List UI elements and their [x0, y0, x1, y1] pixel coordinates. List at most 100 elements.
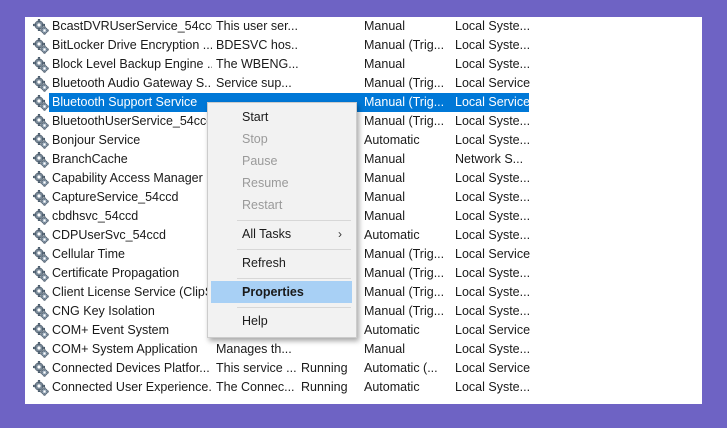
- service-log-on-as: Local Service: [455, 76, 530, 90]
- service-status: [301, 74, 361, 93]
- service-log-on-as: Local Service: [455, 95, 530, 109]
- gears-icon: [33, 266, 49, 282]
- table-row[interactable]: Bluetooth Support Service Manual (Trig...…: [25, 93, 702, 112]
- service-startup-type: Manual (Trig...: [364, 304, 445, 318]
- table-row[interactable]: CDPUserSvc_54ccd Automatic Local Syste...: [25, 226, 702, 245]
- service-name: BranchCache: [52, 152, 128, 166]
- service-status: [301, 55, 361, 74]
- table-row[interactable]: Client License Service (ClipS... Manual (…: [25, 283, 702, 302]
- table-row[interactable]: Bonjour Service Automatic Local Syste...: [25, 131, 702, 150]
- menu-item-pause: Pause: [242, 154, 278, 168]
- service-startup-type: Automatic: [364, 228, 420, 242]
- service-startup-type: Automatic: [364, 323, 420, 337]
- menu-item-help[interactable]: Help: [211, 310, 352, 332]
- service-name: Certificate Propagation: [52, 266, 180, 280]
- gears-icon: [33, 190, 49, 206]
- gears-icon: [33, 95, 49, 111]
- service-name: BcastDVRUserService_54ccd: [52, 19, 212, 33]
- service-log-on-as: Local Syste...: [455, 209, 530, 223]
- table-row[interactable]: CNG Key Isolation Manual (Trig... Local Sy…: [25, 302, 702, 321]
- service-log-on-as: Local Service: [455, 247, 530, 261]
- table-row[interactable]: Connected User Experience... The Connec..…: [25, 378, 702, 397]
- table-row[interactable]: BitLocker Drive Encryption ... BDESVC hos…: [25, 36, 702, 55]
- table-row[interactable]: Certificate Propagation Manual (Trig... Lo…: [25, 264, 702, 283]
- service-log-on-as: Local Syste...: [455, 342, 530, 356]
- table-row[interactable]: BcastDVRUserService_54ccd This user ser..…: [25, 17, 702, 36]
- menu-separator: [237, 307, 351, 308]
- service-status: [301, 17, 361, 36]
- service-status: Running: [301, 361, 348, 375]
- table-row[interactable]: Capability Access Manager ... Manual Local…: [25, 169, 702, 188]
- service-startup-type: Manual: [364, 190, 405, 204]
- table-row[interactable]: Bluetooth Audio Gateway S... Service sup.…: [25, 74, 702, 93]
- menu-item-stop: Stop: [242, 132, 268, 146]
- service-description: Manages th...: [216, 342, 292, 356]
- table-row[interactable]: CaptureService_54ccd Manual Local Syste...: [25, 188, 702, 207]
- context-menu: Start Stop Pause Resume Restart All Task…: [207, 102, 357, 338]
- gears-icon: [33, 38, 49, 54]
- table-row[interactable]: COM+ System Application Manages th... Manu…: [25, 340, 702, 359]
- service-log-on-as: Local Syste...: [455, 228, 530, 242]
- menu-item-properties[interactable]: Properties: [211, 281, 352, 303]
- service-log-on-as: Local Syste...: [455, 380, 530, 394]
- menu-item-start[interactable]: Start: [211, 106, 352, 128]
- service-name: Bonjour Service: [52, 133, 141, 147]
- service-description: This service ...: [216, 361, 297, 375]
- service-log-on-as: Local Syste...: [455, 38, 530, 52]
- service-name: cbdhsvc_54ccd: [52, 209, 139, 223]
- service-name: Connected Devices Platfor...: [52, 361, 210, 375]
- table-row[interactable]: Block Level Backup Engine ... The WBENG..…: [25, 55, 702, 74]
- table-row[interactable]: Cellular Time Manual (Trig... Local Servic…: [25, 245, 702, 264]
- table-row[interactable]: Connected Devices Platfor... This service…: [25, 359, 702, 378]
- service-startup-type: Manual (Trig...: [364, 95, 445, 109]
- service-log-on-as: Local Service: [455, 361, 530, 375]
- menu-item-refresh[interactable]: Refresh: [211, 252, 352, 274]
- gears-icon: [33, 209, 49, 225]
- service-log-on-as: Local Service: [455, 323, 530, 337]
- service-name: Block Level Backup Engine ...: [52, 57, 212, 71]
- service-description: This user ser...: [216, 19, 298, 33]
- service-name: CNG Key Isolation: [52, 304, 155, 318]
- service-startup-type: Manual: [364, 342, 405, 356]
- menu-item-all-tasks-label: All Tasks: [242, 227, 292, 241]
- table-row[interactable]: COM+ Event SystemSupports Sy...RunningAu…: [25, 321, 702, 340]
- service-description: The WBENG...: [216, 57, 298, 71]
- service-startup-type: Manual (Trig...: [364, 247, 445, 261]
- services-list-panel: BcastDVRUserService_54ccd This user ser..…: [25, 17, 702, 404]
- service-status: Running: [301, 380, 348, 394]
- gears-icon: [33, 285, 49, 301]
- service-log-on-as: Local Syste...: [455, 285, 530, 299]
- table-row[interactable]: cbdhsvc_54ccd Manual Local Syste...: [25, 207, 702, 226]
- service-description: Service sup...: [216, 76, 292, 90]
- gears-icon: [33, 342, 49, 358]
- service-startup-type: Automatic (...: [364, 361, 438, 375]
- chevron-right-icon: ›: [338, 227, 342, 241]
- service-log-on-as: Local Syste...: [455, 190, 530, 204]
- service-log-on-as: Local Syste...: [455, 266, 530, 280]
- menu-item-resume: Resume: [242, 176, 289, 190]
- service-description: BDESVC hos...: [216, 38, 298, 52]
- service-startup-type: Manual (Trig...: [364, 285, 445, 299]
- service-name: COM+ Event System: [52, 323, 170, 337]
- table-row[interactable]: BranchCache Manual Network S...: [25, 150, 702, 169]
- service-startup-type: Manual: [364, 152, 405, 166]
- gears-icon: [33, 171, 49, 187]
- menu-item-all-tasks[interactable]: All Tasks ›: [211, 223, 352, 245]
- service-startup-type: Manual (Trig...: [364, 266, 445, 280]
- service-startup-type: Manual: [364, 171, 405, 185]
- service-name: BitLocker Drive Encryption ...: [52, 38, 212, 52]
- service-name: BluetoothUserService_54ccd: [52, 114, 212, 128]
- service-name: Bluetooth Audio Gateway S...: [52, 76, 212, 90]
- service-log-on-as: Local Syste...: [455, 171, 530, 185]
- gears-icon: [33, 304, 49, 320]
- service-startup-type: Manual: [364, 57, 405, 71]
- gears-icon: [33, 228, 49, 244]
- gears-icon: [33, 76, 49, 92]
- service-log-on-as: Local Syste...: [455, 304, 530, 318]
- gears-icon: [33, 247, 49, 263]
- menu-separator: [237, 220, 351, 221]
- table-row[interactable]: BluetoothUserService_54ccd Manual (Trig..…: [25, 112, 702, 131]
- service-name: COM+ System Application: [52, 342, 198, 356]
- service-log-on-as: Local Syste...: [455, 114, 530, 128]
- menu-item-restart: Restart: [242, 198, 283, 212]
